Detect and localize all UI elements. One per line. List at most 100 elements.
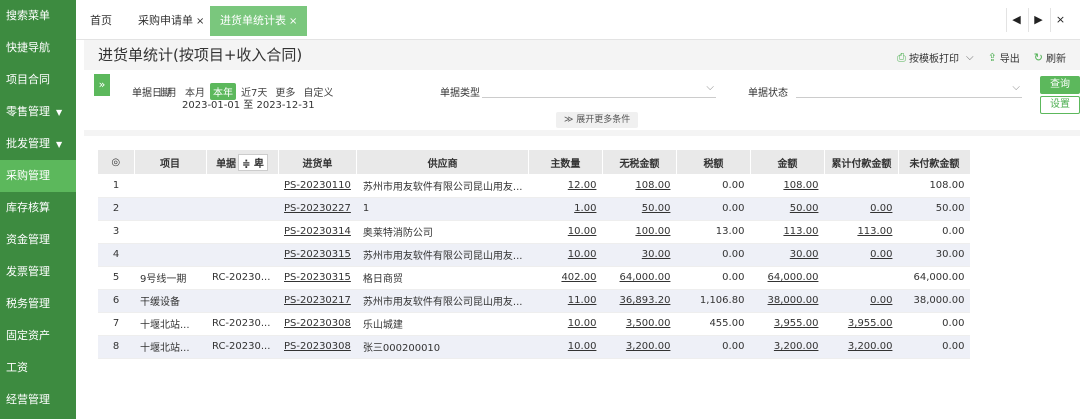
cell-qty[interactable]: 10.00: [528, 243, 603, 267]
cell-amount[interactable]: 3,200.00: [750, 335, 825, 359]
table-row[interactable]: 7 十堰北站... RC-20230... PS-20230308 乐山城建 10.00 3…: [98, 312, 971, 336]
cell-paid-value[interactable]: 0.00: [870, 203, 892, 214]
cell-qty-value[interactable]: 12.00: [568, 180, 597, 191]
cell-doc-value[interactable]: PS-20230217: [284, 295, 351, 306]
col-project[interactable]: 项目: [134, 150, 207, 174]
cell-net-value[interactable]: 108.00: [635, 180, 670, 191]
table-row[interactable]: 1 PS-20230110 苏州市用友软件有限公司昆山用友... 12.00 108.0…: [98, 174, 971, 198]
table-row[interactable]: 5 9号线一期 RC-20230... PS-20230315 格日商贸 402.00 64…: [98, 266, 971, 290]
cell-net[interactable]: 100.00: [602, 220, 677, 244]
cell-doc-value[interactable]: PS-20230308: [284, 318, 351, 329]
sidebar-item[interactable]: 固定资产: [0, 320, 76, 352]
cell-amount-value[interactable]: 64,000.00: [768, 272, 819, 283]
export-button[interactable]: ⇪ 导出: [988, 50, 1020, 65]
cell-amount-value[interactable]: 108.00: [783, 180, 818, 191]
cell-paid[interactable]: [824, 174, 899, 198]
cell-net[interactable]: 30.00: [602, 243, 677, 267]
cell-amount[interactable]: 38,000.00: [750, 289, 825, 313]
print-button[interactable]: ⎙ 按模板打印 ⌵: [897, 50, 974, 66]
cell-doc[interactable]: PS-20230308: [278, 312, 357, 336]
table-row[interactable]: 4 PS-20230315 苏州市用友软件有限公司昆山用友... 10.00 30.00…: [98, 243, 971, 267]
cell-paid-value[interactable]: 0.00: [870, 295, 892, 306]
cell-doc-value[interactable]: PS-20230315: [284, 249, 351, 260]
cell-doc[interactable]: PS-20230217: [278, 289, 357, 313]
cell-amount[interactable]: 108.00: [750, 174, 825, 198]
cell-qty[interactable]: 10.00: [528, 220, 603, 244]
table-row[interactable]: 6 干缓设备 PS-20230217 苏州市用友软件有限公司昆山用友... 11.00 3…: [98, 289, 971, 313]
cell-qty-value[interactable]: 402.00: [561, 272, 596, 283]
date-option[interactable]: 上月: [154, 83, 180, 100]
cell-net[interactable]: 3,200.00: [602, 335, 677, 359]
cell-doc[interactable]: PS-20230110: [278, 174, 357, 198]
tab-home[interactable]: 首页: [80, 6, 122, 36]
tab-next-icon[interactable]: ▶: [1028, 8, 1048, 32]
cell-qty[interactable]: 1.00: [528, 197, 603, 221]
col-paid[interactable]: 累计付款金额: [824, 150, 899, 174]
cell-net[interactable]: 108.00: [602, 174, 677, 198]
status-select[interactable]: ⌵: [796, 82, 1022, 98]
cell-net-value[interactable]: 30.00: [642, 249, 671, 260]
cell-amount-value[interactable]: 50.00: [790, 203, 819, 214]
cell-paid-value[interactable]: 0.00: [870, 249, 892, 260]
cell-doc-value[interactable]: PS-20230315: [284, 272, 351, 283]
cell-paid[interactable]: 113.00: [824, 220, 899, 244]
cell-qty-value[interactable]: 1.00: [574, 203, 596, 214]
cell-qty[interactable]: 12.00: [528, 174, 603, 198]
cell-paid[interactable]: [824, 266, 899, 290]
col-net-amount[interactable]: 无税金额: [602, 150, 677, 174]
tab-receipt-stats[interactable]: 进货单统计表 ×: [210, 6, 308, 36]
cell-paid[interactable]: 3,200.00: [824, 335, 899, 359]
cell-paid[interactable]: 0.00: [824, 289, 899, 313]
table-row[interactable]: 8 十堰北站... RC-20230... PS-20230308 张三00020001…: [98, 335, 971, 359]
cell-paid[interactable]: 3,955.00: [824, 312, 899, 336]
cell-amount-value[interactable]: 30.00: [790, 249, 819, 260]
sidebar-item[interactable]: 工资: [0, 352, 76, 384]
sort-icon[interactable]: ≑ 卑: [238, 153, 268, 171]
cell-paid[interactable]: 0.00: [824, 243, 899, 267]
cell-net-value[interactable]: 3,500.00: [626, 318, 671, 329]
cell-doc-value[interactable]: PS-20230227: [284, 203, 351, 214]
refresh-button[interactable]: ↻ 刷新: [1034, 50, 1066, 65]
cell-qty[interactable]: 10.00: [528, 335, 603, 359]
cell-amount[interactable]: 64,000.00: [750, 266, 825, 290]
cell-doc[interactable]: PS-20230314: [278, 220, 357, 244]
sidebar-item[interactable]: 税务管理: [0, 288, 76, 320]
sidebar-item[interactable]: 快捷导航: [0, 32, 76, 64]
tab-prev-icon[interactable]: ◀: [1006, 8, 1026, 32]
cell-amount[interactable]: 113.00: [750, 220, 825, 244]
cell-qty[interactable]: 402.00: [528, 266, 603, 290]
tab-purchase-request[interactable]: 采购申请单 ×: [128, 6, 214, 36]
close-all-tabs-icon[interactable]: ×: [1050, 8, 1070, 32]
type-select[interactable]: ⌵: [482, 82, 716, 98]
cell-net-value[interactable]: 100.00: [635, 226, 670, 237]
sidebar-item[interactable]: 发票管理: [0, 256, 76, 288]
cell-amount-value[interactable]: 3,955.00: [774, 318, 819, 329]
cell-doc[interactable]: PS-20230227: [278, 197, 357, 221]
chevron-down-icon[interactable]: ⌵: [966, 52, 974, 63]
settings-button[interactable]: 设置: [1040, 96, 1080, 114]
sidebar-item[interactable]: 批发管理 ▼: [0, 128, 76, 160]
cell-doc[interactable]: PS-20230315: [278, 266, 357, 290]
cell-net-value[interactable]: 36,893.20: [620, 295, 671, 306]
sidebar-item[interactable]: 经营管理: [0, 384, 76, 416]
cell-amount-value[interactable]: 38,000.00: [768, 295, 819, 306]
date-range[interactable]: 2023-01-01 至 2023-12-31: [182, 96, 315, 111]
cell-net-value[interactable]: 64,000.00: [620, 272, 671, 283]
col-amount[interactable]: 金额: [750, 150, 825, 174]
cell-qty[interactable]: 11.00: [528, 289, 603, 313]
sidebar-item[interactable]: 项目合同: [0, 64, 76, 96]
cell-qty-value[interactable]: 10.00: [568, 226, 597, 237]
sidebar-item[interactable]: 库存核算: [0, 192, 76, 224]
col-contract[interactable]: 单据 ≑ 卑: [206, 150, 279, 174]
col-tax[interactable]: 税额: [676, 150, 751, 174]
close-icon[interactable]: ×: [289, 16, 297, 27]
sidebar-item[interactable]: 搜索菜单: [0, 0, 76, 32]
cell-amount[interactable]: 3,955.00: [750, 312, 825, 336]
cell-paid[interactable]: 0.00: [824, 197, 899, 221]
cell-doc[interactable]: PS-20230315: [278, 243, 357, 267]
close-icon[interactable]: ×: [196, 16, 204, 27]
cell-qty-value[interactable]: 10.00: [568, 341, 597, 352]
cell-amount[interactable]: 50.00: [750, 197, 825, 221]
expand-more-conditions[interactable]: ≫ 展开更多条件: [556, 112, 639, 128]
col-document[interactable]: 进货单: [278, 150, 358, 174]
